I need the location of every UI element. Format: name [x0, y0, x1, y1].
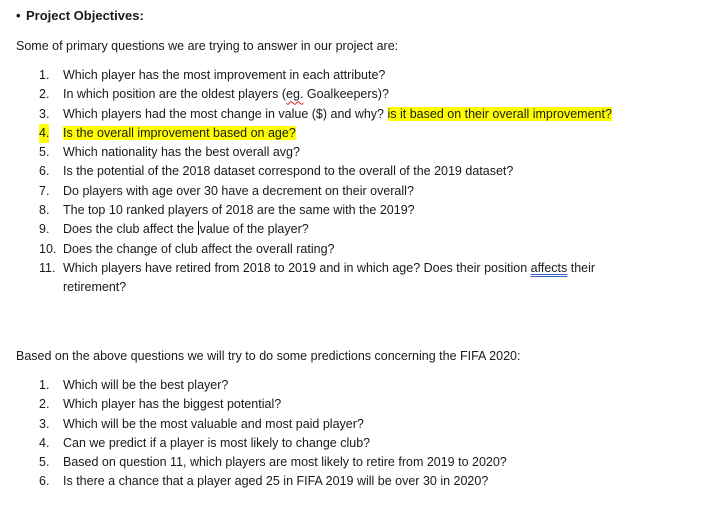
- list-number: 10.: [39, 241, 57, 256]
- list-item-text: Does the change of club affect the overa…: [63, 241, 335, 256]
- list-item: 2. Which player has the biggest potentia…: [0, 395, 623, 414]
- list-item-text: In which position are the oldest players…: [63, 87, 287, 102]
- list-number: 3.: [39, 106, 50, 121]
- list-item-text: Which will be the most valuable and most…: [63, 416, 364, 431]
- list-number: 1.: [39, 68, 50, 82]
- list-number: 6.: [39, 164, 50, 179]
- list-item-text: Which nationality has the best overall a…: [63, 145, 300, 160]
- list-item-text: Which player has the most improvement in…: [63, 68, 386, 82]
- list-number: 2.: [39, 87, 50, 102]
- list-item-text: Is there a chance that a player aged 25 …: [63, 474, 489, 489]
- list-number: 4.: [39, 123, 50, 144]
- list-item-text: value of the player?: [199, 222, 309, 237]
- list-number: 7.: [39, 183, 50, 198]
- list-item: 4. Is the overall improvement based on a…: [0, 123, 623, 144]
- list-item-text: Which players have retired from 2018 to …: [63, 260, 531, 275]
- list-item: 2. In which position are the oldest play…: [0, 85, 623, 104]
- list-item: 5. Which nationality has the best overal…: [0, 143, 623, 162]
- list-item-text: Which players had the most change in val…: [63, 106, 385, 121]
- list-number: 9.: [39, 222, 50, 237]
- list-item: 5. Based on question 11, which players a…: [0, 453, 623, 472]
- section-heading-text: Project Objectives:: [26, 8, 144, 23]
- intro-paragraph: Some of primary questions we are trying …: [16, 39, 399, 53]
- bullet-glyph: •: [16, 8, 21, 23]
- list-item-text: Which will be the best player?: [63, 378, 229, 392]
- list-item: 10. Does the change of club affect the o…: [0, 240, 623, 259]
- list-item-text: Is the potential of the 2018 dataset cor…: [63, 164, 514, 179]
- document-page: • Project Objectives: Some of primary que…: [0, 0, 720, 518]
- list-item: 1. Which player has the most improvement…: [0, 66, 623, 85]
- list-item-text: Goalkeepers)?: [303, 87, 389, 102]
- predictions-paragraph: Based on the above questions we will try…: [16, 349, 521, 363]
- spelling-flag[interactable]: eg.: [286, 87, 303, 101]
- list-item-text: Does the club affect the: [63, 222, 198, 237]
- list-number: 2.: [39, 397, 50, 412]
- list-number: 6.: [39, 474, 50, 489]
- list-number: 8.: [39, 203, 50, 218]
- list-item: 9. Does the club affect the value of the…: [0, 220, 623, 239]
- highlighted-text: is it based on their overall improvement…: [387, 106, 612, 121]
- list-number: 5.: [39, 455, 50, 470]
- list-item-text: Which player has the biggest potential?: [63, 397, 282, 412]
- list-number: 4.: [39, 435, 50, 450]
- list-item-text: Do players with age over 30 have a decre…: [63, 183, 414, 198]
- questions-list: 1. Which player has the most improvement…: [0, 66, 623, 298]
- list-item-text: Can we predict if a player is most likel…: [63, 435, 371, 450]
- list-item: 7. Do players with age over 30 have a de…: [0, 182, 623, 201]
- list-item: 4. Can we predict if a player is most li…: [0, 434, 623, 453]
- list-item: 8. The top 10 ranked players of 2018 are…: [0, 201, 623, 220]
- list-item: 1. Which will be the best player?: [0, 376, 623, 395]
- list-item: 6. Is there a chance that a player aged …: [0, 472, 623, 491]
- list-number: 5.: [39, 145, 50, 160]
- list-item-text: Based on question 11, which players are …: [63, 455, 507, 470]
- highlighted-text: Is the overall improvement based on age?: [63, 125, 296, 140]
- list-item: 11. Which players have retired from 2018…: [0, 259, 623, 298]
- list-number: 1.: [39, 378, 50, 392]
- section-heading: • Project Objectives:: [16, 7, 144, 25]
- grammar-flag[interactable]: affects: [531, 261, 568, 275]
- list-item: 3. Which will be the most valuable and m…: [0, 415, 623, 434]
- list-item: 3. Which players had the most change in …: [0, 105, 623, 124]
- list-item-text: The top 10 ranked players of 2018 are th…: [63, 203, 415, 218]
- list-number: 11.: [39, 260, 56, 275]
- list-number: 3.: [39, 416, 50, 431]
- predictions-list: 1. Which will be the best player? 2. Whi…: [0, 376, 623, 492]
- list-item: 6. Is the potential of the 2018 dataset …: [0, 162, 623, 181]
